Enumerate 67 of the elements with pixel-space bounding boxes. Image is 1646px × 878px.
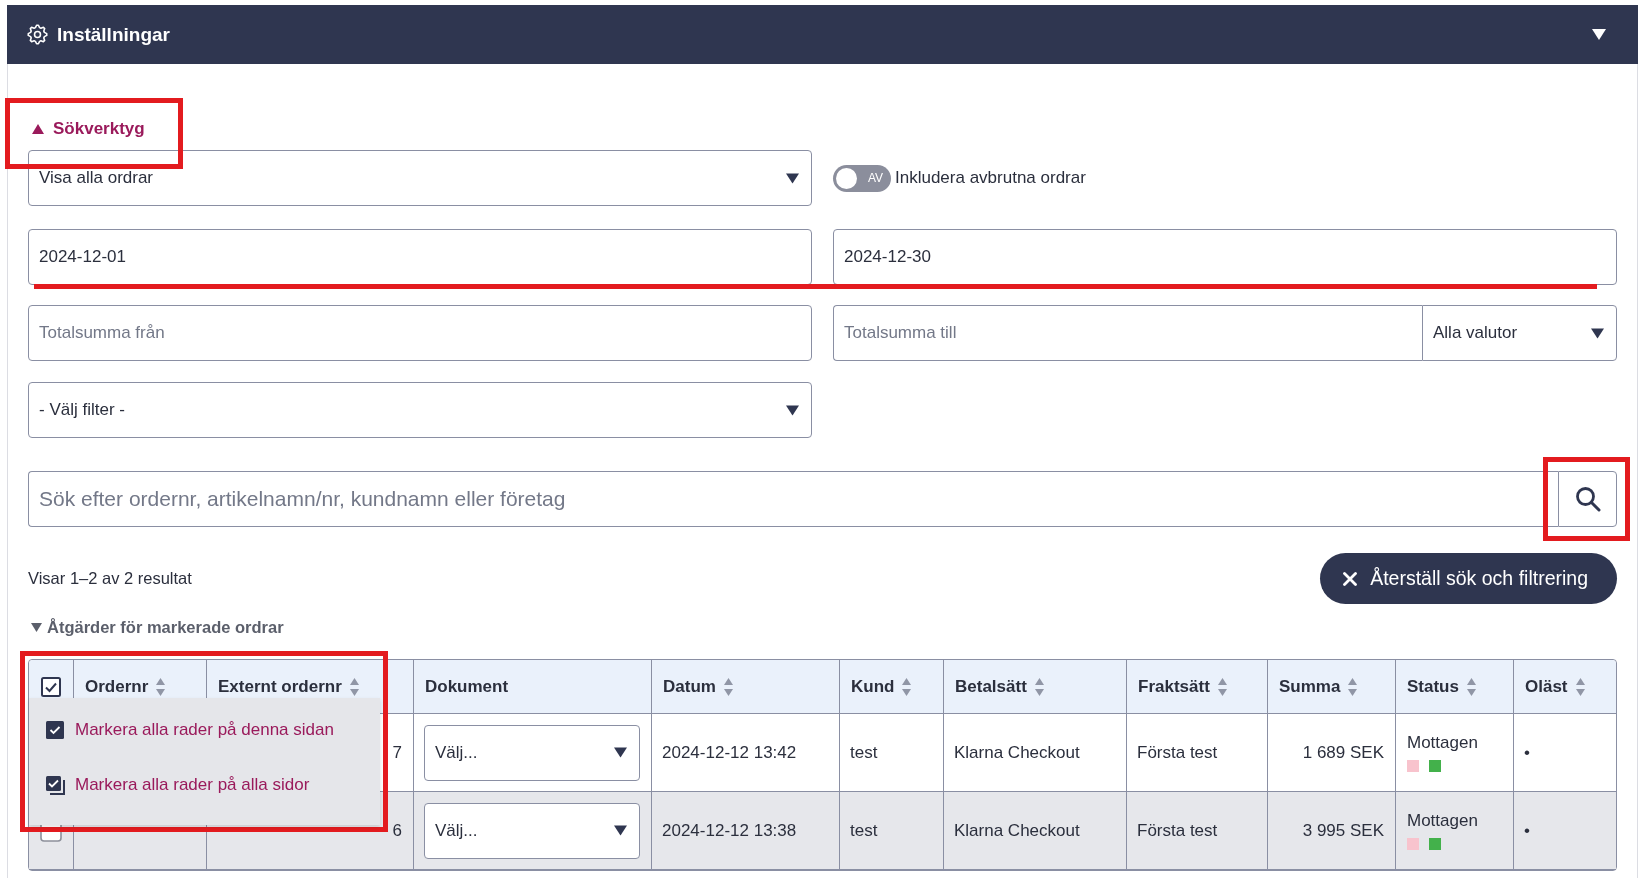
currency-select[interactable]: Alla valutor: [1422, 305, 1617, 361]
caret-down-icon: [614, 825, 627, 836]
column-header[interactable]: Kund: [851, 675, 912, 698]
sort-icon: [349, 677, 359, 696]
table-cell-text: •: [1523, 819, 1531, 842]
table-cell: 3 995 SEK: [1268, 792, 1396, 869]
stacked-checkbox-icon: [45, 774, 65, 795]
table-cell: 6: [392, 820, 402, 841]
search-field[interactable]: Sök efter ordernr, artikelnamn/nr, kundnamn eller företag: [28, 471, 1558, 527]
status-text: Mottagen: [1407, 733, 1478, 753]
reset-button[interactable]: Återställ sök och filtrering: [1320, 553, 1617, 604]
bulk-actions-toggle[interactable]: Åtgärder för markerade ordrar: [28, 616, 284, 638]
column-header[interactable]: Status: [1407, 675, 1476, 698]
close-icon: [1343, 571, 1358, 586]
gear-icon: [27, 24, 48, 45]
amount-field[interactable]: Totalsumma från: [28, 305, 812, 361]
caret-down-icon: [1592, 29, 1606, 40]
sort-icon: [1575, 677, 1585, 696]
table-cell: Klarna Checkout: [944, 792, 1127, 869]
search-button[interactable]: [1558, 471, 1617, 527]
table-cell: test: [840, 714, 944, 791]
table-cell: 2024-12-12 13:38: [652, 792, 840, 869]
caret-down-icon: [1591, 327, 1604, 339]
filter-select[interactable]: - Välj filter -: [28, 382, 812, 438]
panel-title: Inställningar: [57, 23, 171, 46]
column-header[interactable]: Betalsätt: [955, 675, 1044, 698]
table-cell: 1 689 SEK: [1268, 714, 1396, 791]
column-header[interactable]: Summa: [1279, 675, 1358, 698]
table-cell: 2024-12-12 13:42: [652, 714, 840, 791]
menu-item[interactable]: Markera alla rader på denna sidan: [29, 702, 380, 757]
results-count: Visar 1–2 av 2 resultat: [28, 569, 192, 588]
caret-down-icon: [786, 172, 799, 184]
status-text: Mottagen: [1407, 811, 1478, 831]
table-cell: Första test: [1127, 792, 1268, 869]
sort-icon: [1217, 677, 1227, 696]
column-header[interactable]: Oläst: [1525, 675, 1585, 698]
column-header[interactable]: Fraktsätt: [1138, 675, 1227, 698]
column-header[interactable]: Dokument: [425, 675, 509, 698]
table-cell: Första test: [1127, 714, 1268, 791]
sort-icon: [723, 677, 733, 696]
document-select[interactable]: Välj...: [424, 802, 640, 859]
table-cell: test: [840, 792, 944, 869]
column-header[interactable]: Datum: [663, 675, 733, 698]
amount-field[interactable]: Totalsumma till: [833, 305, 1422, 361]
caret-down-icon: [614, 747, 627, 758]
order-filter-select[interactable]: Visa alla ordrar: [28, 150, 812, 206]
sort-icon: [1348, 677, 1358, 696]
table-cell: 7: [392, 742, 402, 763]
sort-icon: [1466, 677, 1476, 696]
column-header[interactable]: Externt ordernr: [218, 675, 359, 698]
date-field[interactable]: 2024-12-30: [833, 229, 1617, 285]
caret-down-icon: [786, 404, 799, 416]
column-header[interactable]: Ordernr: [85, 675, 166, 698]
sort-icon: [156, 677, 166, 696]
document-select[interactable]: Välj...: [424, 724, 640, 781]
sort-icon: [1034, 677, 1044, 696]
table-cell: Klarna Checkout: [944, 714, 1127, 791]
select-all-checkbox[interactable]: [41, 676, 61, 697]
menu-item[interactable]: Markera alla rader på alla sidor: [29, 757, 380, 812]
date-field[interactable]: 2024-12-01: [28, 229, 812, 285]
search-tools-toggle[interactable]: Sökverktyg: [28, 118, 145, 140]
table-cell-text: •: [1523, 741, 1531, 764]
sort-icon: [902, 677, 912, 696]
toggle-label: Inkludera avbrutna ordrar: [895, 168, 1086, 188]
search-icon: [1574, 486, 1601, 512]
panel-header[interactable]: Inställningar: [7, 5, 1638, 64]
checkbox-checked-icon: [45, 719, 65, 740]
